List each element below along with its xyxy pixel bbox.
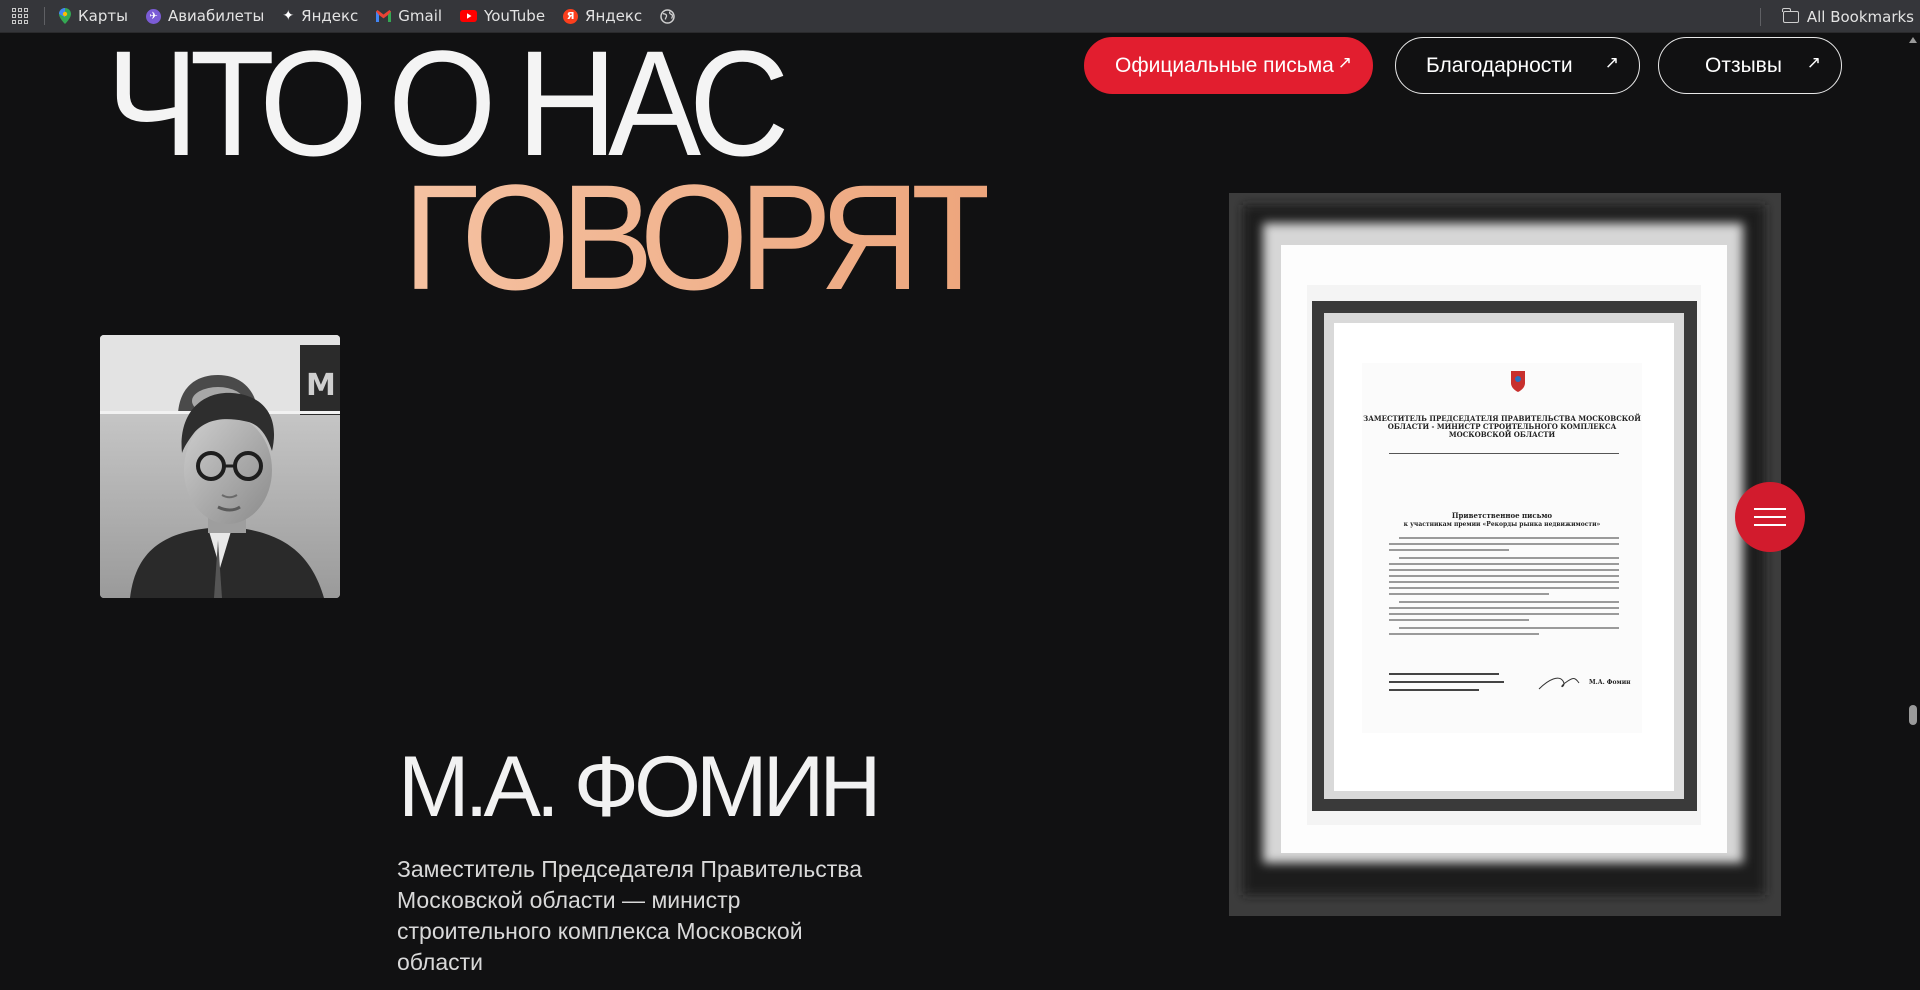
scrollbar[interactable] <box>1906 33 1920 990</box>
filter-thanks-button[interactable]: Благодарности ↗ <box>1395 37 1640 94</box>
arrow-up-right-icon: ↗ <box>1604 53 1619 72</box>
bookmarks-separator <box>44 7 45 25</box>
letter-signature: М.А. Фомин <box>1589 679 1631 686</box>
svg-text:M: M <box>306 368 336 403</box>
apps-grid-icon[interactable] <box>12 8 28 24</box>
letter-subject: Приветственное письмо <box>1451 511 1553 520</box>
arrow-up-right-icon: ↗ <box>1806 53 1821 72</box>
filter-label: Отзывы <box>1705 53 1782 77</box>
filter-label: Благодарности <box>1426 53 1573 77</box>
letter-subject-2: к участникам премии «Рекорды рынка недви… <box>1403 521 1601 528</box>
letter-signature-lines <box>1389 673 1580 691</box>
person-photo: M <box>100 335 340 598</box>
hamburger-menu-icon[interactable] <box>1735 482 1805 552</box>
person-role: Заместитель Председателя Правительства М… <box>397 856 863 975</box>
filter-reviews-button[interactable]: Отзывы ↗ <box>1658 37 1842 94</box>
filter-official-letters-button[interactable]: Официальные письма ↗ <box>1084 37 1373 94</box>
framed-letter-image[interactable]: ЗАМЕСТИТЕЛЬ ПРЕДСЕДАТЕЛЯ ПРАВИТЕЛЬСТВА М… <box>1229 193 1781 916</box>
bookmarks-separator <box>1759 7 1761 26</box>
scroll-up-arrow-icon[interactable] <box>1909 37 1917 43</box>
page-title-line-2: ГОВОРЯТ <box>403 153 996 321</box>
arrow-up-right-icon: ↗ <box>1337 53 1352 72</box>
person-name: М.А. ФОМИН <box>398 739 882 835</box>
folder-icon[interactable] <box>1782 7 1799 23</box>
letter-divider <box>1389 453 1619 454</box>
scrollbar-thumb[interactable] <box>1909 705 1917 725</box>
maps-pin-icon <box>59 8 71 24</box>
all-bookmarks-link[interactable]: All Bookmarks <box>1807 8 1914 26</box>
all-bookmarks-area: All Bookmarks <box>1759 0 1914 33</box>
letter-body-lines <box>1389 537 1619 635</box>
letter-header: ЗАМЕСТИТЕЛЬ ПРЕДСЕДАТЕЛЯ ПРАВИТЕЛЬСТВА М… <box>1363 414 1641 439</box>
filter-label: Официальные письма <box>1115 53 1334 77</box>
